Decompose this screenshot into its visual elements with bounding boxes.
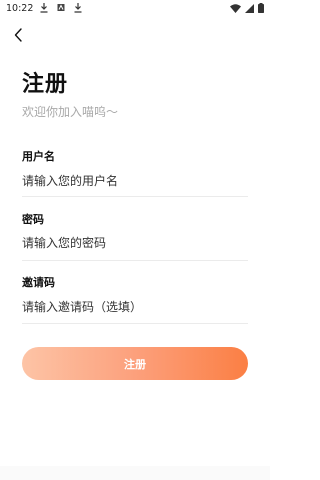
app-notification-icon — [57, 4, 65, 11]
invite-code-label: 邀请码 — [22, 276, 55, 289]
navigation-bar — [0, 466, 270, 480]
chevron-left-icon — [14, 28, 22, 42]
invite-code-divider — [22, 323, 248, 324]
register-button[interactable]: 注册 — [22, 347, 248, 380]
wifi-icon — [230, 3, 241, 13]
username-divider — [22, 196, 248, 197]
invite-code-input[interactable] — [22, 295, 248, 319]
battery-icon — [258, 3, 264, 13]
signal-icon — [245, 3, 254, 13]
username-input[interactable] — [22, 169, 248, 193]
password-input[interactable] — [22, 231, 248, 255]
password-label: 密码 — [22, 213, 44, 226]
page-title: 注册 — [22, 72, 69, 97]
username-label: 用户名 — [22, 150, 55, 163]
status-bar: 10:22 — [0, 0, 270, 18]
password-divider — [22, 260, 248, 261]
status-time: 10:22 — [6, 3, 34, 14]
page-subtitle: 欢迎你加入喵呜～ — [22, 105, 119, 119]
back-button[interactable] — [10, 26, 30, 44]
download-icon — [40, 3, 48, 13]
download-icon — [74, 3, 82, 13]
